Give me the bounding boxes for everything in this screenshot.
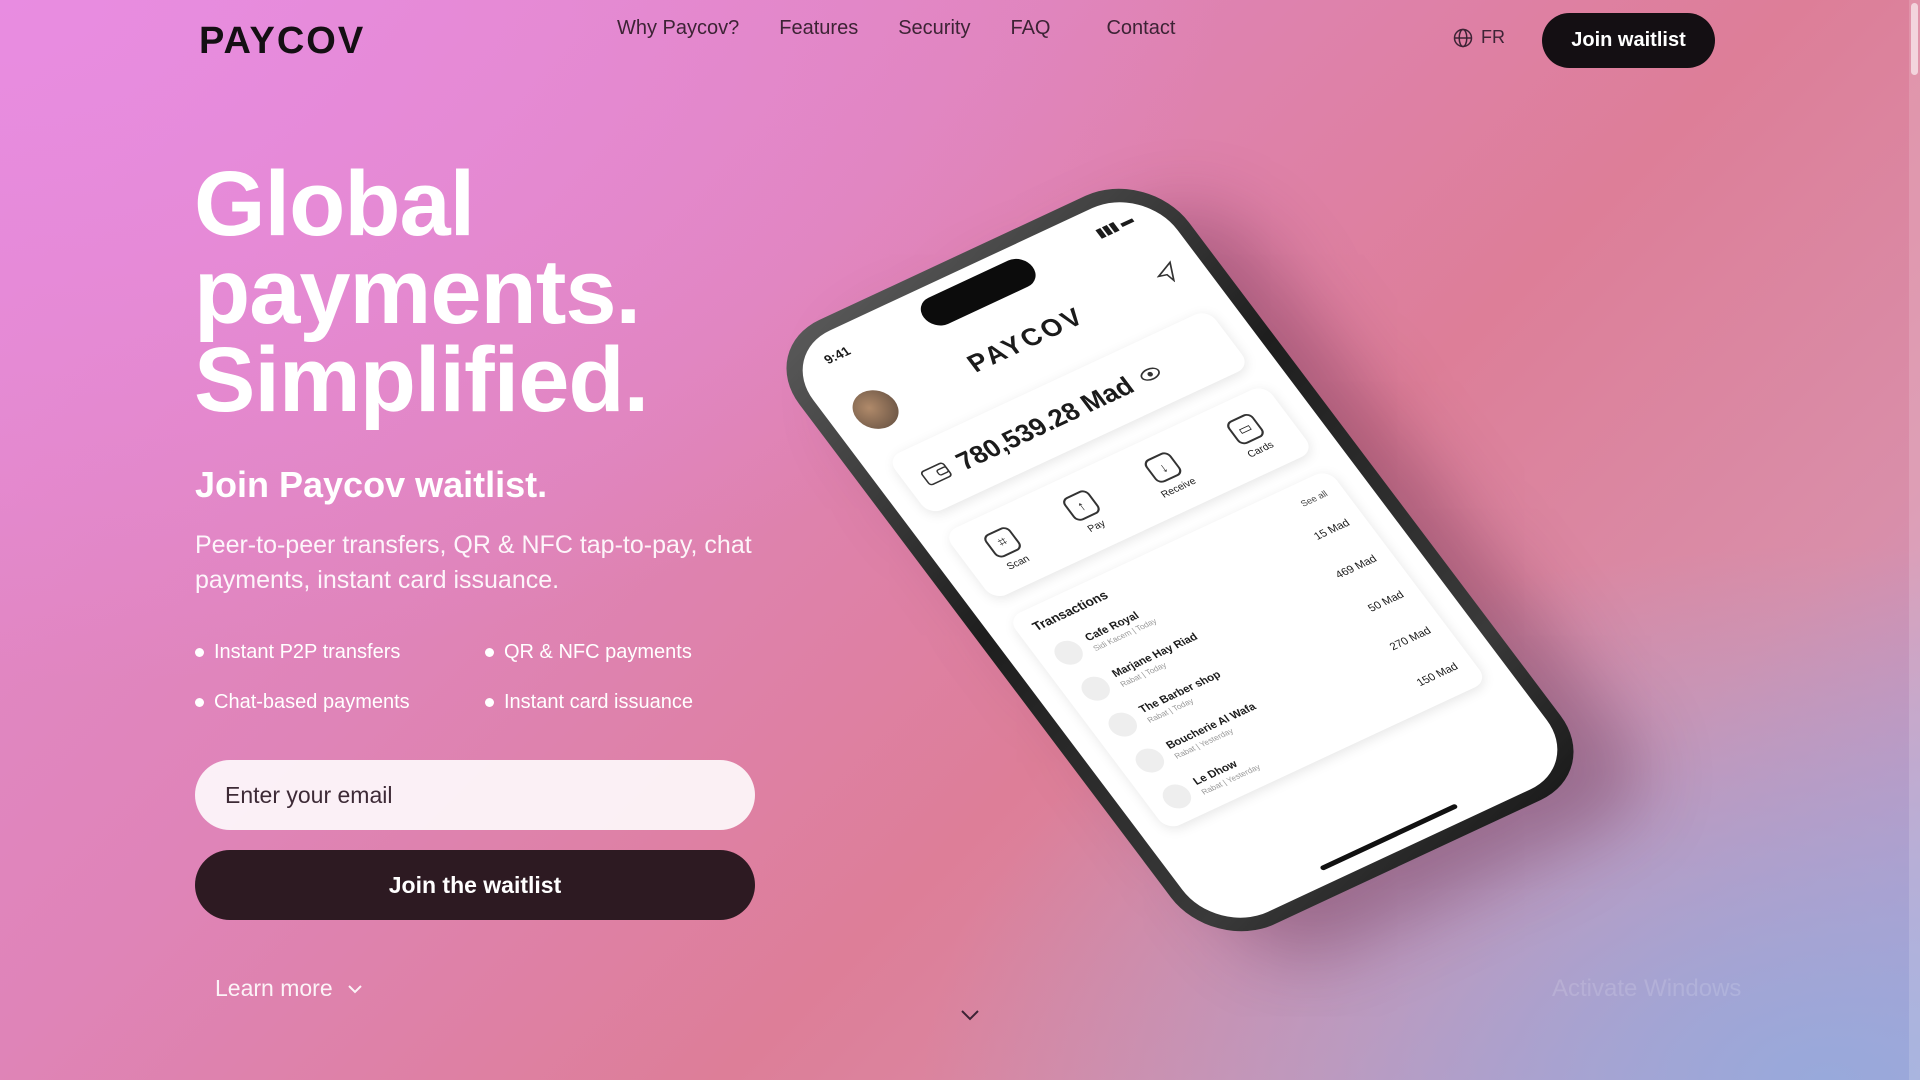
home-indicator bbox=[1319, 803, 1459, 871]
bullet-icon bbox=[195, 647, 204, 657]
feature-item: Instant card issuance bbox=[485, 690, 765, 714]
hero-subtitle: Join Paycov waitlist. bbox=[195, 464, 548, 505]
globe-icon bbox=[1453, 28, 1473, 47]
email-input[interactable] bbox=[195, 760, 755, 830]
nav-contact[interactable]: Contact bbox=[1086, 16, 1195, 40]
chevron-down-icon bbox=[961, 1010, 979, 1021]
feature-item: QR & NFC payments bbox=[485, 640, 765, 664]
scrollbar-thumb[interactable] bbox=[1911, 3, 1918, 75]
card-icon: ▭ bbox=[1223, 411, 1267, 447]
hero-description: Peer-to-peer transfers, QR & NFC tap-to-… bbox=[195, 531, 752, 594]
action-scan: ⌗ Scan bbox=[981, 524, 1034, 573]
merchant-avatar bbox=[1130, 744, 1170, 777]
hero-title-line: Global bbox=[194, 153, 475, 255]
bullet-icon bbox=[485, 647, 494, 657]
bullet-icon bbox=[485, 697, 494, 707]
language-label: FR bbox=[1481, 27, 1505, 47]
hero-title-line: payments. bbox=[194, 241, 641, 343]
phone-screen: 9:41 ▮▮▮ ▬ PAYCOV 780,539.28 Mad ⌗ Scan … bbox=[778, 184, 1582, 936]
send-icon bbox=[1156, 260, 1176, 283]
action-label: Cards bbox=[1245, 439, 1277, 460]
nav-faq[interactable]: FAQ bbox=[990, 16, 1070, 40]
learn-more-link[interactable]: Learn more bbox=[215, 975, 363, 1002]
feature-label: QR & NFC payments bbox=[504, 640, 692, 663]
hero-title: Global payments. Simplified. bbox=[194, 153, 649, 431]
action-pay: ↑ Pay bbox=[1059, 487, 1113, 537]
windows-watermark: Activate Windows bbox=[1552, 975, 1742, 1002]
scan-icon: ⌗ bbox=[981, 524, 1024, 560]
signal-battery-icon: ▮▮▮ ▬ bbox=[1092, 211, 1137, 241]
upload-icon: ↑ bbox=[1059, 487, 1103, 523]
transaction-amount: 50 Mad bbox=[1365, 589, 1407, 615]
nav-why-paycov[interactable]: Why Paycov? bbox=[600, 16, 759, 40]
merchant-avatar bbox=[1157, 780, 1197, 813]
feature-list: Instant P2P transfers QR & NFC payments … bbox=[195, 640, 765, 714]
merchant-avatar bbox=[1048, 636, 1089, 669]
paycov-logo[interactable]: PAYCOV bbox=[199, 20, 374, 63]
hero-title-line: Simplified. bbox=[194, 329, 649, 431]
action-cards: ▭ Cards bbox=[1223, 411, 1277, 460]
action-label: Pay bbox=[1085, 517, 1108, 535]
eye-icon bbox=[1140, 367, 1161, 381]
learn-more-label: Learn more bbox=[215, 975, 333, 1001]
action-label: Scan bbox=[1004, 553, 1032, 572]
logo-wordmark: PAYCOV bbox=[199, 20, 365, 62]
merchant-avatar bbox=[1102, 708, 1143, 741]
bullet-icon bbox=[195, 697, 204, 707]
wallet-icon bbox=[920, 462, 952, 486]
main-nav: Why Paycov? Features Security FAQ Contac… bbox=[600, 16, 1195, 40]
feature-label: Chat-based payments bbox=[214, 690, 410, 713]
language-switcher[interactable]: FR bbox=[1453, 27, 1505, 48]
svg-text:PAYCOV: PAYCOV bbox=[199, 22, 365, 58]
transaction-amount: 469 Mad bbox=[1333, 553, 1380, 582]
see-all-link: See all bbox=[1298, 488, 1330, 509]
app-logo: PAYCOV bbox=[960, 300, 1091, 378]
nav-security[interactable]: Security bbox=[878, 16, 990, 40]
transaction-amount: 270 Mad bbox=[1387, 625, 1434, 653]
scroll-down-button[interactable] bbox=[960, 1008, 980, 1027]
nav-features[interactable]: Features bbox=[759, 16, 878, 40]
merchant-avatar bbox=[1075, 672, 1116, 705]
feature-item: Instant P2P transfers bbox=[195, 640, 485, 664]
page-scrollbar[interactable] bbox=[1909, 0, 1920, 1080]
download-icon: ↓ bbox=[1141, 449, 1185, 485]
transaction-amount: 150 Mad bbox=[1414, 660, 1461, 689]
action-receive: ↓ Receive bbox=[1138, 448, 1198, 500]
avatar bbox=[843, 383, 908, 436]
feature-label: Instant P2P transfers bbox=[214, 640, 401, 663]
transaction-amount: 15 Mad bbox=[1311, 517, 1353, 543]
feature-item: Chat-based payments bbox=[195, 690, 485, 714]
join-waitlist-button[interactable]: Join the waitlist bbox=[195, 850, 755, 920]
join-waitlist-header-button[interactable]: Join waitlist bbox=[1542, 13, 1715, 68]
feature-label: Instant card issuance bbox=[504, 690, 693, 713]
phone-frame: 9:41 ▮▮▮ ▬ PAYCOV 780,539.28 Mad ⌗ Scan … bbox=[757, 167, 1603, 953]
chevron-down-icon bbox=[347, 984, 362, 993]
status-time: 9:41 bbox=[820, 343, 854, 367]
